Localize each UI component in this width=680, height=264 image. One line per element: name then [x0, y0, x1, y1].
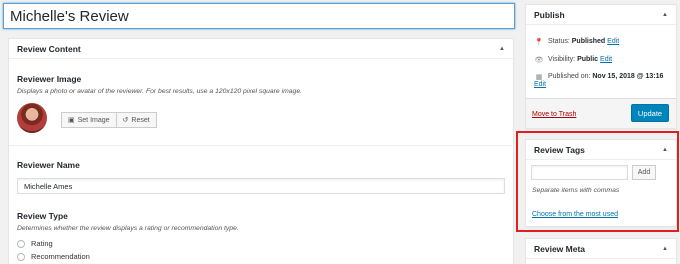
undo-icon: ↺ [122, 117, 129, 124]
publish-header[interactable]: Publish ▲ [526, 5, 676, 25]
update-button[interactable]: Update [631, 104, 669, 122]
radio-button[interactable] [17, 239, 25, 248]
highlight-annotation [516, 131, 679, 232]
review-meta-heading: Review Meta [534, 243, 586, 254]
visibility-label: Visibility: [548, 56, 576, 63]
radio-rating[interactable]: Rating [17, 239, 53, 248]
reviewer-image-section: Reviewer Image Displays a photo or avata… [17, 74, 507, 95]
published-value: Nov 15, 2018 @ 13:16 [592, 73, 664, 80]
review-content-heading: Review Content [17, 43, 81, 54]
reviewer-name-section: Reviewer Name [17, 160, 507, 170]
edit-date-link[interactable]: Edit [534, 81, 546, 88]
reviewer-name-title: Reviewer Name [17, 160, 80, 170]
review-type-section: Review Type Determines whether the revie… [17, 211, 507, 232]
move-to-trash-link[interactable]: Move to Trash [532, 111, 576, 118]
review-meta-header[interactable]: Review Meta ▲ [526, 239, 676, 259]
status-row: 📍 Status: Published Edit [534, 38, 620, 46]
set-image-label: Set Image [77, 116, 110, 124]
reviewer-avatar [17, 103, 47, 133]
publish-actions: Move to Trash Update [526, 98, 676, 128]
edit-visibility-link[interactable]: Edit [600, 56, 612, 63]
reset-label: Reset [131, 116, 150, 124]
collapse-toggle-icon[interactable]: ▲ [662, 246, 668, 252]
radio-button[interactable] [17, 252, 25, 261]
reviewer-image-title: Reviewer Image [17, 74, 82, 84]
collapse-toggle-icon[interactable]: ▲ [499, 46, 505, 52]
radio-recommendation[interactable]: Recommendation [17, 252, 90, 261]
review-content-panel: Review Content ▲ Reviewer Image Displays… [8, 38, 515, 264]
collapse-toggle-icon[interactable]: ▲ [662, 12, 668, 18]
reset-button[interactable]: ↺ Reset [116, 112, 157, 128]
image-icon: ▣ [68, 117, 75, 124]
status-label: Status: [548, 38, 570, 45]
set-image-button[interactable]: ▣ Set Image [61, 112, 117, 128]
published-on-row: ▦ Published on: Nov 15, 2018 @ 13:16 Edi… [534, 73, 674, 88]
review-type-description: Determines whether the review displays a… [17, 225, 239, 232]
review-content-header[interactable]: Review Content ▲ [9, 39, 513, 59]
publish-heading: Publish [534, 9, 565, 20]
eye-icon: 👁 [534, 57, 544, 64]
section-divider [9, 145, 515, 146]
radio-label: Rating [31, 239, 53, 248]
edit-status-link[interactable]: Edit [607, 38, 619, 45]
status-value: Published [571, 38, 606, 45]
pin-icon: 📍 [534, 39, 544, 46]
calendar-icon: ▦ [535, 74, 543, 81]
publish-panel: Publish ▲ 📍 Status: Published Edit 👁 Vis… [525, 4, 677, 129]
reviewer-image-description: Displays a photo or avatar of the review… [17, 88, 302, 95]
post-title-input[interactable]: Michelle's Review [3, 3, 515, 29]
published-label: Published on: [548, 73, 591, 80]
image-button-group: ▣ Set Image ↺ Reset [61, 112, 157, 128]
visibility-row: 👁 Visibility: Public Edit [534, 56, 613, 64]
review-meta-panel: Review Meta ▲ [525, 238, 677, 264]
radio-label: Recommendation [31, 252, 90, 261]
reviewer-name-input[interactable]: Michelle Ames [17, 178, 505, 194]
review-type-title: Review Type [17, 211, 68, 221]
visibility-value: Public [577, 56, 599, 63]
